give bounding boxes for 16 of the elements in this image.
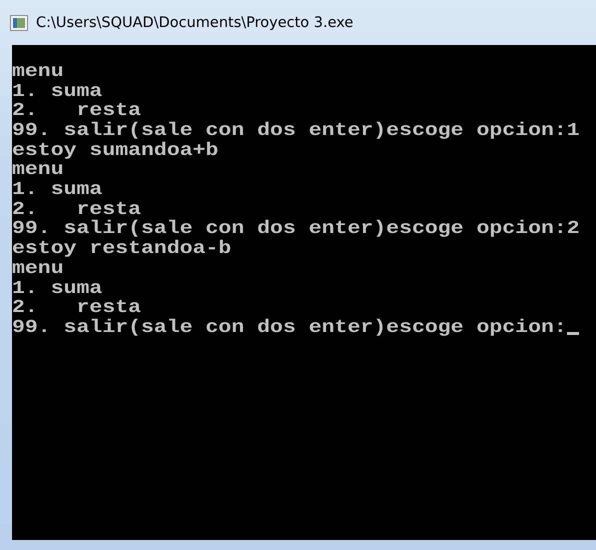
console-line: 99. salir(sale con dos enter)escoge opcion:1	[12, 123, 580, 140]
console-line: estoy restandoa-b	[12, 241, 232, 258]
console-line: 99. salir(sale con dos enter)escoge opcion:	[12, 320, 567, 337]
console-line: 2. resta	[12, 300, 142, 317]
console-line: 99. salir(sale con dos enter)escoge opcion:2	[12, 221, 580, 238]
console-line: menu	[12, 64, 64, 81]
console-line: 1. suma	[12, 84, 102, 100]
console-line: menu	[12, 260, 64, 278]
console-line: 2. resta	[12, 202, 142, 218]
console-line: estoy sumandoa+b	[12, 142, 218, 160]
console-line: 1. suma	[12, 182, 102, 199]
window-title: C:\Users\SQUAD\Documents\Proyecto 3.exe	[36, 14, 354, 30]
console-line: 1. suma	[12, 280, 102, 298]
console-app-icon	[10, 14, 28, 30]
console-line: 2. resta	[12, 103, 142, 120]
console-line: menu	[12, 162, 64, 180]
